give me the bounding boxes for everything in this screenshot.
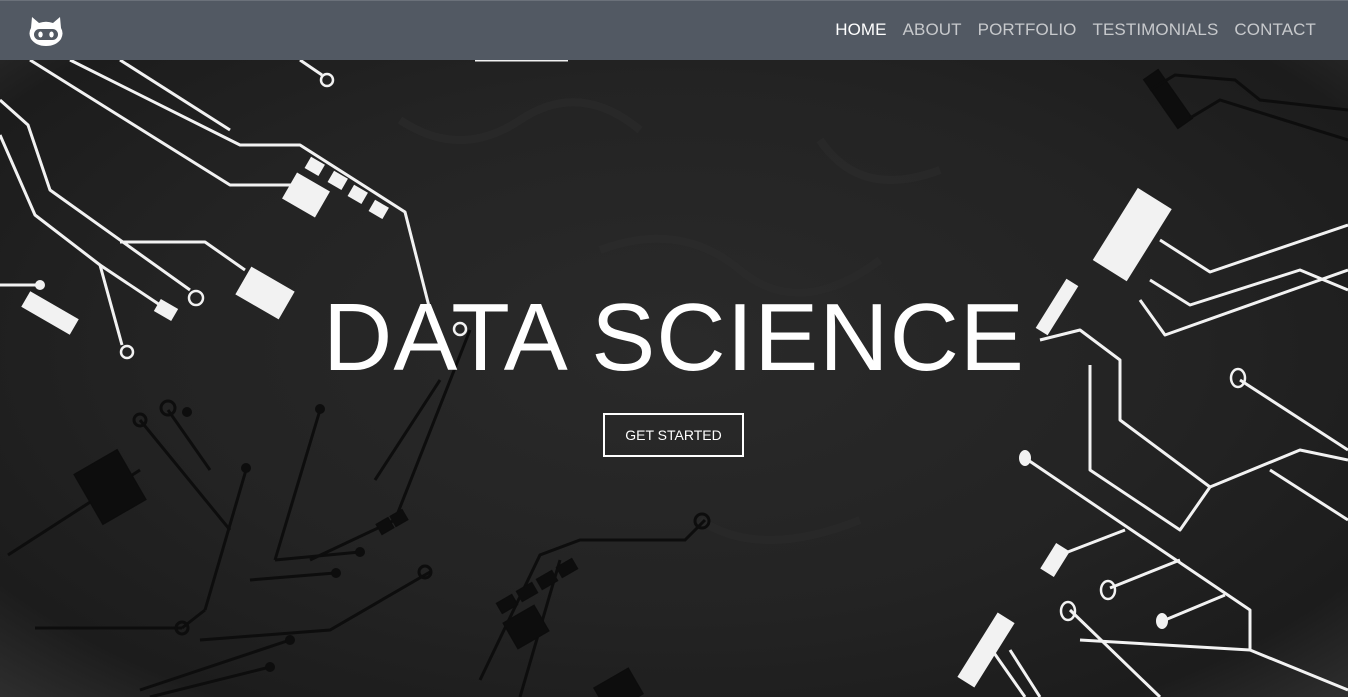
hero-section: DATA SCIENCE GET STARTED <box>0 0 1348 697</box>
nav-link-portfolio[interactable]: PORTFOLIO <box>978 20 1077 40</box>
nav-link-testimonials[interactable]: TESTIMONIALS <box>1093 20 1219 40</box>
nav-link-about[interactable]: ABOUT <box>903 20 962 40</box>
main-nav: HOME ABOUT PORTFOLIO TESTIMONIALS CONTAC… <box>835 1 1316 59</box>
github-octocat-icon[interactable] <box>28 15 64 47</box>
nav-link-home[interactable]: HOME <box>835 20 886 40</box>
hero-title: DATA SCIENCE <box>323 284 1025 391</box>
nav-link-contact[interactable]: CONTACT <box>1234 20 1316 40</box>
get-started-button[interactable]: GET STARTED <box>603 413 744 457</box>
page: DATA SCIENCE GET STARTED HOME ABOUT PORT… <box>0 0 1348 697</box>
navbar: HOME ABOUT PORTFOLIO TESTIMONIALS CONTAC… <box>0 0 1348 60</box>
